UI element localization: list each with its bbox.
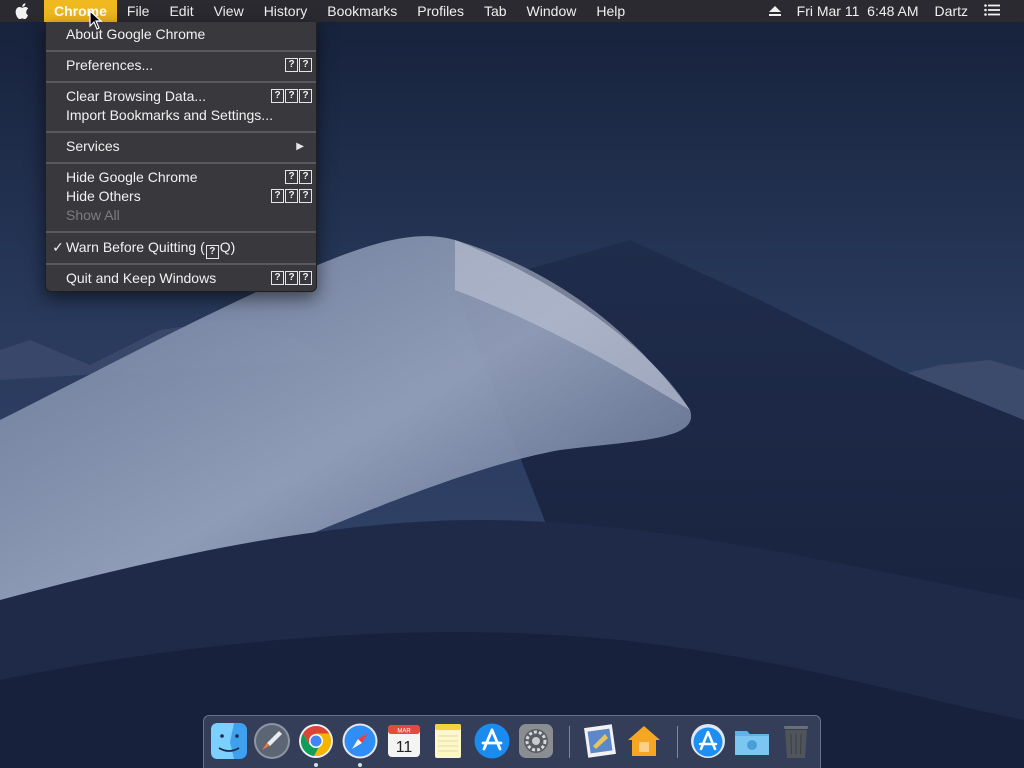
menu-tab[interactable]: Tab [474,0,517,22]
calendar-day: 11 [396,739,413,756]
menu-item-label-start: Warn Before Quitting ( [66,239,205,255]
menu-item-hide-others[interactable]: Hide Others ??? [46,187,316,206]
notification-center-button[interactable] [976,0,1008,22]
menu-item-label: Warn Before Quitting (? Q) [66,238,235,259]
status-area: Fri Mar 11 6:48 AM Dartz [761,0,1024,22]
home-icon[interactable] [625,722,663,760]
shortcut-key-glyph: ? [271,189,284,203]
trash-icon[interactable] [777,722,815,760]
menu-file[interactable]: File [117,0,160,22]
menu-history[interactable]: History [254,0,318,22]
menu-profiles[interactable]: Profiles [407,0,474,22]
system-preferences-icon[interactable] [517,722,555,760]
calendar-month: MAR [397,729,411,735]
finder-icon[interactable] [210,722,248,760]
menu-item-label: Show All [66,207,120,223]
menu-item-label-end: Q) [219,239,236,255]
menu-item-show-all: Show All [46,206,316,225]
menu-item-preferences[interactable]: Preferences... ?? [46,56,316,75]
menu-bookmarks[interactable]: Bookmarks [317,0,407,22]
shortcut-key-glyph: ? [299,58,312,72]
shortcut-key-glyph: ? [299,89,312,103]
launchpad-icon[interactable] [253,722,291,760]
eject-icon [768,6,781,16]
keyboard-shortcut: ?? [285,58,312,72]
keyboard-shortcut: ??? [271,189,312,203]
applications-folder-icon[interactable] [689,722,727,760]
menu-separator [46,263,316,265]
menu-bar: Chrome File Edit View History Bookmarks … [0,0,1024,22]
chrome-icon[interactable] [297,722,335,760]
menu-item-label: Hide Google Chrome [66,169,198,185]
menu-edit[interactable]: Edit [159,0,203,22]
shortcut-key-glyph: ? [285,170,298,184]
checkmark-icon: ✓ [52,239,64,255]
menu-separator [46,50,316,52]
keyboard-shortcut: ??? [271,89,312,103]
menu-separator [46,81,316,83]
shortcut-key-glyph: ? [285,89,298,103]
shortcut-key-glyph: ? [271,89,284,103]
menu-item-label: Preferences... [66,57,154,73]
shortcut-key-glyph: ? [285,58,298,72]
apple-logo-icon [15,3,29,19]
running-indicator [358,763,362,767]
menu-item-label: Hide Others [66,188,141,204]
shortcut-key-glyph: ? [299,170,312,184]
dock: MAR 11 [203,715,821,768]
menu-item-services[interactable]: Services ▶ [46,137,316,156]
menu-item-import-bookmarks[interactable]: Import Bookmarks and Settings... [46,106,316,125]
menu-view[interactable]: View [204,0,254,22]
safari-icon[interactable] [341,722,379,760]
mail-icon[interactable] [581,722,619,760]
running-indicator [314,763,318,767]
chrome-menu-dropdown: About Google Chrome Preferences... ?? Cl… [45,22,317,292]
submenu-arrow-icon: ▶ [296,141,304,152]
menu-help[interactable]: Help [586,0,635,22]
menu-item-label: Import Bookmarks and Settings... [66,107,273,123]
dock-divider [569,726,570,758]
shortcut-key-glyph: ? [299,271,312,285]
menu-window[interactable]: Window [517,0,587,22]
notification-center-icon [984,4,1000,16]
apple-menu[interactable] [0,0,44,22]
keyboard-shortcut: ?? [285,170,312,184]
menu-item-quit-and-keep-windows[interactable]: Quit and Keep Windows ??? [46,269,316,288]
shortcut-key-glyph: ? [299,189,312,203]
menu-item-hide-google-chrome[interactable]: Hide Google Chrome ?? [46,168,316,187]
menu-item-label: Clear Browsing Data... [66,88,207,104]
app-store-icon[interactable] [473,722,511,760]
menu-item-label: Services [66,138,120,154]
shortcut-key-glyph: ? [285,271,298,285]
mouse-cursor-icon [89,10,103,30]
menu-chrome[interactable]: Chrome [44,0,117,22]
shortcut-key-glyph: ? [205,245,219,259]
menu-separator [46,231,316,233]
shortcut-key-glyph: ? [285,189,298,203]
menu-item-label: About Google Chrome [66,26,206,42]
menu-separator [46,162,316,164]
keyboard-shortcut: ??? [271,271,312,285]
clock[interactable]: Fri Mar 11 6:48 AM [789,0,927,22]
menu-separator [46,131,316,133]
downloads-folder-icon[interactable] [733,722,771,760]
eject-button[interactable] [761,0,789,22]
shortcut-key-glyph: ? [271,271,284,285]
calendar-icon[interactable]: MAR 11 [385,722,423,760]
menu-item-clear-browsing-data[interactable]: Clear Browsing Data... ??? [46,87,316,106]
notes-icon[interactable] [429,722,467,760]
menu-item-about-google-chrome[interactable]: About Google Chrome [46,25,316,44]
menu-item-label: Quit and Keep Windows [66,270,217,286]
user-menu[interactable]: Dartz [927,0,976,22]
menu-item-warn-before-quitting[interactable]: ✓ Warn Before Quitting (? Q) [46,238,316,259]
dock-divider [677,726,678,758]
